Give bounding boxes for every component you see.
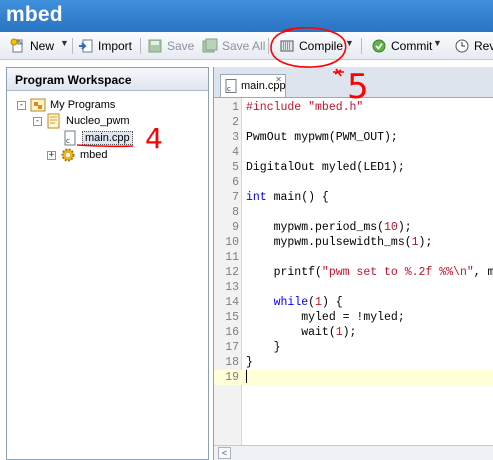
step-five-label: 5	[347, 67, 369, 107]
step-four-label: 4	[145, 122, 163, 155]
main-cpp-underline	[76, 144, 134, 148]
compile-highlight-circle	[270, 26, 347, 68]
hand-drawn-annotations: 4 5	[76, 26, 369, 155]
annotation-star	[333, 68, 344, 77]
